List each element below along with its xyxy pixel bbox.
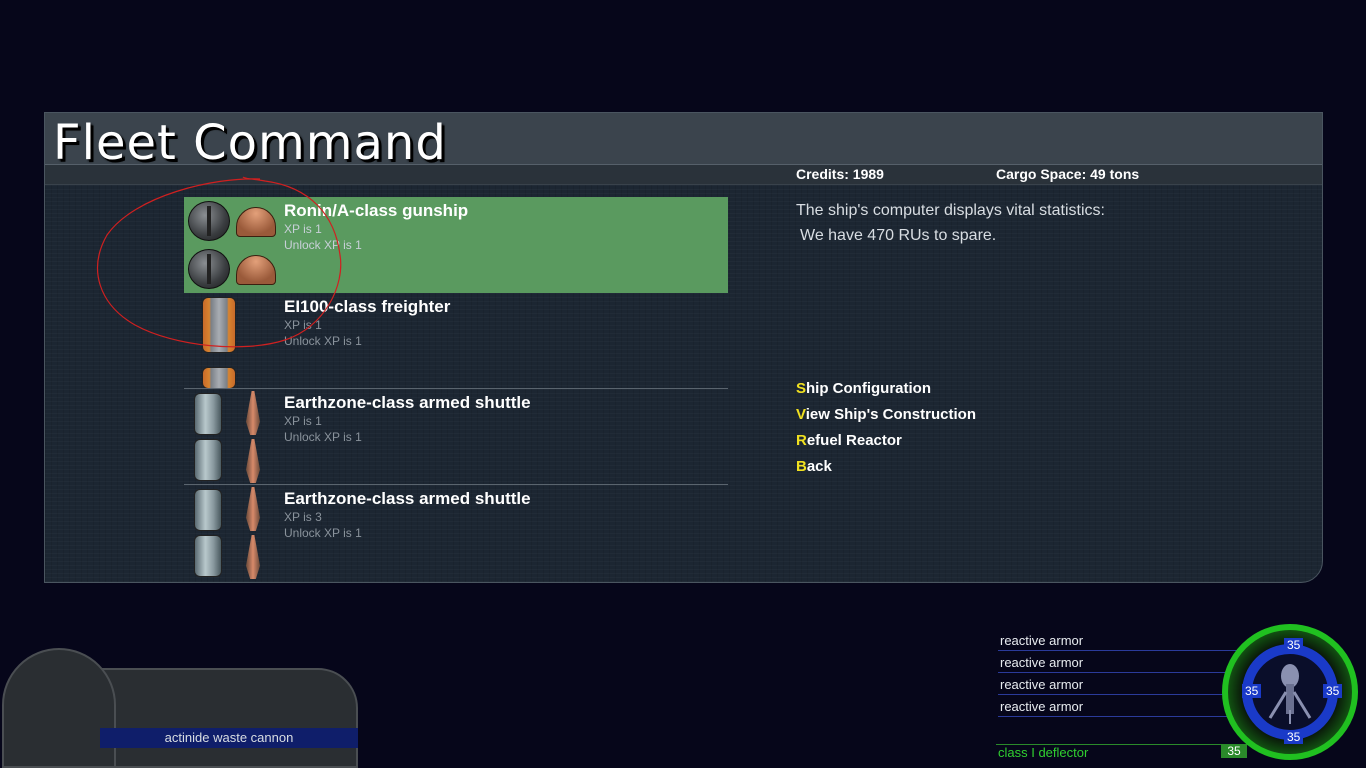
ship-xp: XP is 1 — [284, 318, 322, 332]
title-bar: Fleet Command — [45, 113, 1322, 171]
hotkey-letter: S — [796, 380, 807, 397]
armor-label: reactive armor — [1000, 699, 1084, 714]
gunship-hull-icon — [188, 201, 230, 241]
menu-ship-configuration[interactable]: Ship Configuration — [796, 380, 931, 397]
ship-name: Earthzone-class armed shuttle — [284, 393, 531, 412]
hotkey-letter: R — [796, 432, 807, 449]
armor-slot: reactive armor — [998, 653, 1248, 673]
shuttle-fin-icon — [246, 439, 260, 483]
menu-refuel-reactor[interactable]: Refuel Reactor — [796, 432, 902, 449]
menu-label: efuel Reactor — [806, 432, 902, 449]
info-line-2: We have 470 RUs to spare. — [800, 227, 997, 244]
ship-name: Ronin/A-class gunship — [284, 201, 469, 220]
page-title: Fleet Command — [53, 115, 447, 171]
armor-label: reactive armor — [1000, 633, 1084, 648]
menu-label: hip Configuration — [806, 380, 931, 397]
deflector-label: class I deflector — [998, 745, 1089, 760]
gunship-wing-icon — [236, 207, 276, 237]
armor-label: reactive armor — [1000, 677, 1084, 692]
freighter-icon — [202, 367, 236, 389]
ship-xp: XP is 1 — [284, 414, 322, 428]
shuttle-body-icon — [194, 535, 222, 577]
ship-xp: XP is 3 — [284, 510, 322, 524]
menu-back[interactable]: Back — [796, 458, 832, 475]
menu-view-construction[interactable]: View Ship's Construction — [796, 406, 976, 423]
game-screen: Fleet Command Credits: 1989 Cargo Space:… — [0, 0, 1366, 768]
deflector-slot: class I deflector — [996, 744, 1248, 760]
shield-bottom-value: 35 — [1284, 730, 1304, 744]
weapon-display — [2, 648, 116, 768]
hotkey-letter: B — [796, 458, 807, 475]
shuttle-body-icon — [194, 439, 222, 481]
ship-unlock-xp: Unlock XP is 1 — [284, 334, 362, 348]
ship-silhouette-icon — [1268, 664, 1312, 724]
shuttle-fin-icon — [246, 535, 260, 579]
menu-label: ack — [806, 458, 832, 475]
ship-row-shuttle-1[interactable]: Earthzone-class armed shuttle XP is 1 Un… — [184, 388, 728, 484]
weapon-label: actinide waste cannon — [164, 730, 294, 745]
shield-left-value: 35 — [1242, 684, 1262, 698]
shield-top-value: 35 — [1284, 638, 1304, 652]
armor-slot: reactive armor — [998, 631, 1248, 651]
ship-name: EI100-class freighter — [284, 297, 451, 316]
shuttle-body-icon — [194, 489, 222, 531]
armor-slot: reactive armor — [998, 675, 1248, 695]
armor-label: reactive armor — [1000, 655, 1084, 670]
credits-display: Credits: 1989 — [796, 166, 884, 182]
gunship-wing-icon — [236, 255, 276, 285]
menu-label: iew Ship's Construction — [805, 406, 976, 423]
fleet-command-panel: Fleet Command Credits: 1989 Cargo Space:… — [44, 112, 1323, 583]
ship-unlock-xp: Unlock XP is 1 — [284, 238, 362, 252]
ship-row-ronin[interactable]: Ronin/A-class gunship XP is 1 Unlock XP … — [184, 197, 728, 293]
shuttle-fin-icon — [246, 391, 260, 435]
shuttle-body-icon — [194, 393, 222, 435]
shield-right-value: 35 — [1323, 684, 1343, 698]
freighter-icon — [202, 297, 236, 353]
weapon-hud: actinide waste cannon — [0, 648, 360, 768]
cargo-display: Cargo Space: 49 tons — [996, 166, 1140, 182]
hotkey-letter: V — [796, 406, 806, 423]
ship-xp: XP is 1 — [284, 222, 322, 236]
ship-unlock-xp: Unlock XP is 1 — [284, 430, 362, 444]
gunship-hull-icon — [188, 249, 230, 289]
armor-slot: reactive armor — [998, 697, 1248, 717]
shuttle-fin-icon — [246, 487, 260, 531]
ship-name: Earthzone-class armed shuttle — [284, 489, 531, 508]
ship-row-shuttle-2[interactable]: Earthzone-class armed shuttle XP is 3 Un… — [184, 484, 728, 580]
deflector-value: 35 — [1221, 744, 1247, 758]
info-line-1: The ship's computer displays vital stati… — [796, 202, 1105, 219]
ship-row-freighter[interactable]: EI100-class freighter XP is 1 Unlock XP … — [184, 293, 728, 389]
ship-unlock-xp: Unlock XP is 1 — [284, 526, 362, 540]
shield-gauge: 35 35 35 35 — [1222, 624, 1358, 760]
